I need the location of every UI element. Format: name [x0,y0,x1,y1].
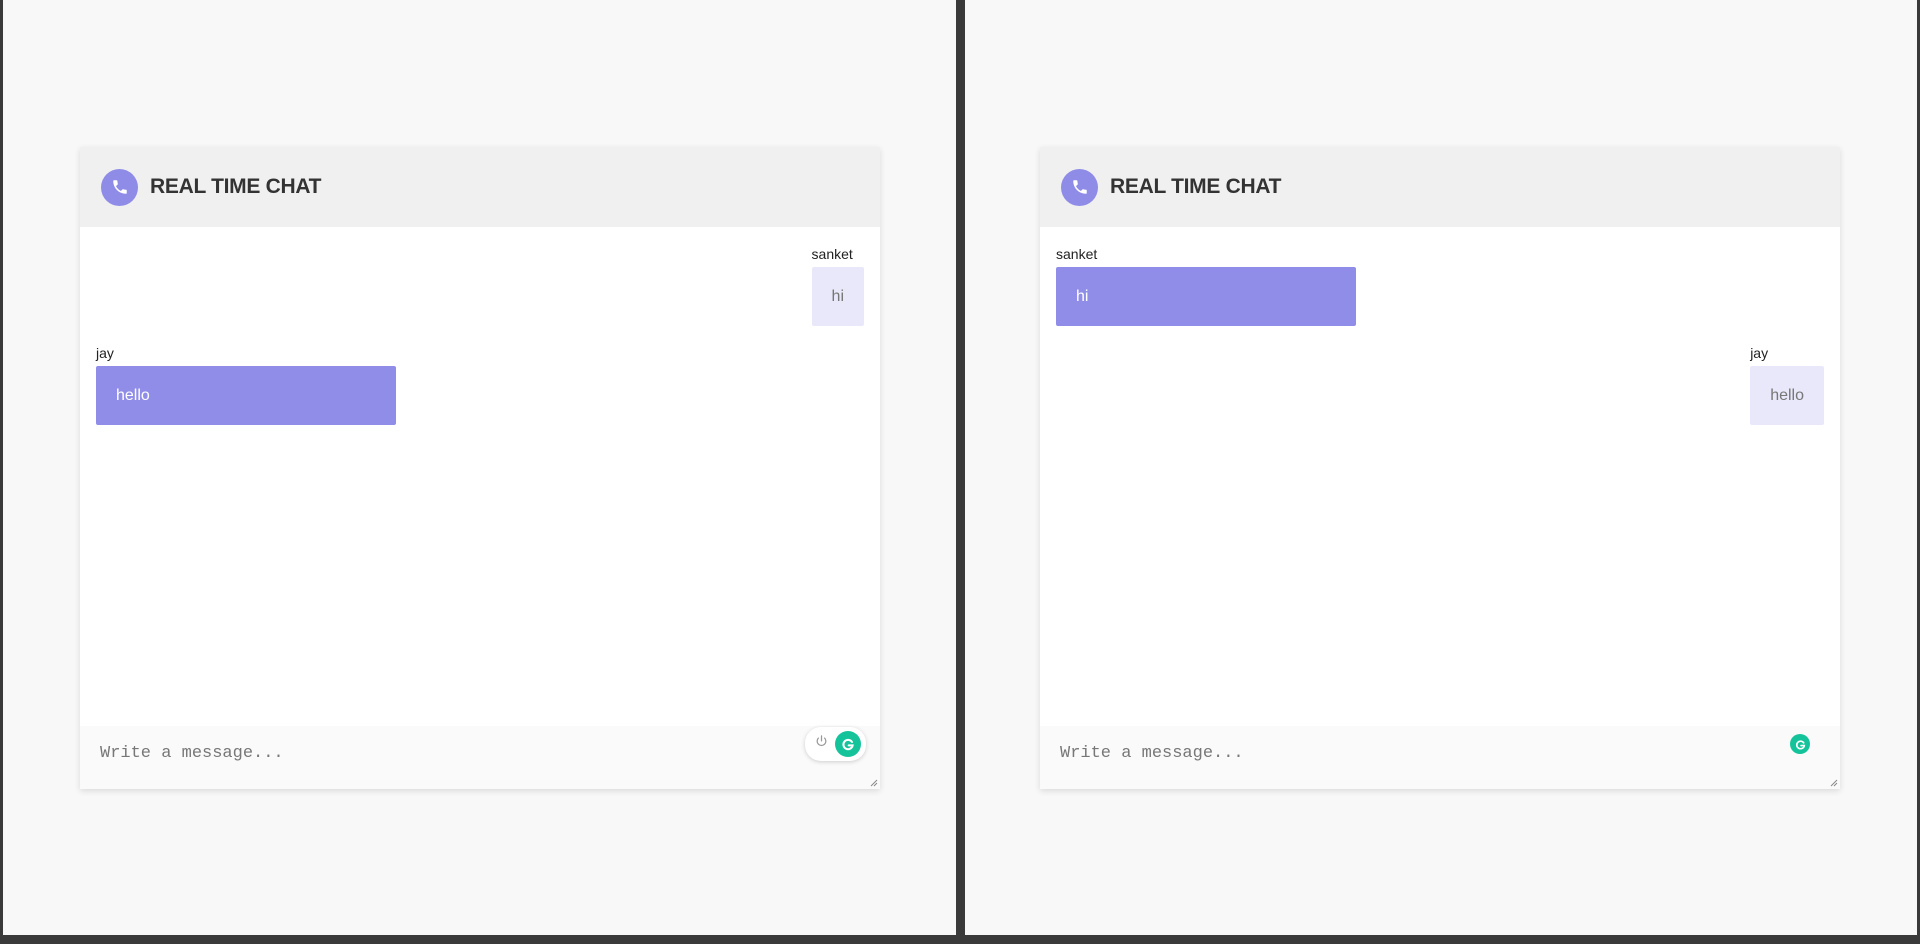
message-input[interactable] [80,726,880,789]
chat-window: REAL TIME CHAT sanket hi jay hello [1040,147,1840,789]
message-item: sanket hi [1056,247,1356,326]
message-sender: sanket [1056,246,1098,262]
message-item: sanket hi [811,246,864,326]
message-composer [1040,726,1840,789]
message-bubble: hi [1056,267,1356,326]
chat-title: REAL TIME CHAT [1110,175,1282,198]
message-sender: jay [1750,345,1769,361]
message-sender: jay [96,345,114,361]
message-list: sanket hi jay hello [80,227,880,726]
grammarly-icon[interactable] [835,731,861,757]
message-sender: sanket [811,246,853,262]
chat-header: REAL TIME CHAT [80,147,880,227]
resize-handle[interactable] [1829,778,1838,787]
chat-title: REAL TIME CHAT [150,175,322,198]
phone-icon [1061,168,1098,206]
message-item: jay hello [96,346,396,425]
chat-header: REAL TIME CHAT [1040,147,1840,227]
phone-icon [101,168,138,206]
message-bubble: hello [96,366,396,425]
message-bubble: hi [811,267,864,326]
resize-handle[interactable] [869,778,878,787]
power-icon[interactable] [814,734,829,754]
browser-pane-right: REAL TIME CHAT sanket hi jay hello [965,0,1917,935]
message-item: jay hello [1750,346,1824,425]
message-bubble: hello [1750,366,1824,425]
browser-pane-left: REAL TIME CHAT sanket hi jay hello [3,0,956,935]
message-list: sanket hi jay hello [1040,227,1840,726]
message-input[interactable] [1040,726,1840,789]
grammarly-icon[interactable] [1790,734,1810,754]
grammarly-widget[interactable] [805,727,866,761]
chat-window: REAL TIME CHAT sanket hi jay hello [80,147,880,789]
message-composer [80,726,880,789]
